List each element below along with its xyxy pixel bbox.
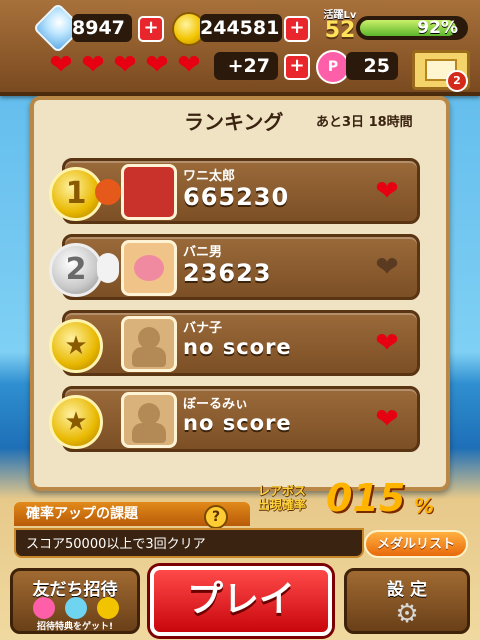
level-percent: 92% bbox=[417, 18, 458, 38]
invite-reward-icons bbox=[25, 597, 127, 621]
avatar bbox=[121, 240, 177, 296]
pet-icon bbox=[95, 179, 121, 205]
player-name: バナ子 bbox=[183, 321, 223, 336]
mission-text: スコア50000以上で3回クリア bbox=[14, 528, 364, 558]
points-reward-icon bbox=[33, 597, 55, 619]
points-icon: P bbox=[316, 50, 350, 84]
mission-help-button[interactable]: ? bbox=[204, 505, 228, 529]
ranking-time-left: あと3日 18時間 bbox=[316, 115, 413, 130]
rare-boss-label-line2: 出現確率 bbox=[257, 498, 306, 512]
add-coins-button[interactable]: + bbox=[284, 16, 310, 42]
player-score: 23623 bbox=[183, 259, 272, 287]
player-score: 665230 bbox=[183, 183, 290, 211]
ranking-row-1[interactable]: 1 ワニ太郎 665230 ❤ bbox=[49, 158, 420, 224]
heart-icon: ❤ bbox=[145, 48, 169, 81]
mail-badge: 2 bbox=[446, 70, 468, 92]
player-name: ワニ太郎 bbox=[183, 169, 236, 184]
ranking-title: ランキング bbox=[184, 110, 284, 134]
heart-icon: ❤ bbox=[177, 48, 201, 81]
heart-icon: ❤ bbox=[81, 48, 105, 81]
ranking-row-3[interactable]: ★ バナ子 no score ❤ bbox=[49, 310, 420, 376]
star-medal-icon: ★ bbox=[49, 395, 103, 449]
player-score: no score bbox=[183, 335, 292, 359]
avatar bbox=[121, 316, 177, 372]
extra-hearts-count: +27 bbox=[214, 52, 278, 80]
invite-friends-button[interactable]: 友だち招待 招待特典をゲット! bbox=[10, 568, 140, 634]
add-hearts-button[interactable]: + bbox=[284, 54, 310, 80]
silhouette-body bbox=[132, 423, 166, 443]
heart-sent-icon: ❤ bbox=[375, 250, 399, 283]
silhouette-icon bbox=[138, 403, 160, 425]
rare-boss-label-line1: レアボス bbox=[257, 484, 306, 498]
add-gems-button[interactable]: + bbox=[138, 16, 164, 42]
player-name: バニ男 bbox=[183, 245, 223, 260]
send-heart-button[interactable]: ❤ bbox=[367, 399, 407, 439]
avatar bbox=[121, 164, 177, 220]
coin-reward-icon bbox=[97, 597, 119, 619]
silhouette-body bbox=[132, 347, 166, 367]
send-heart-button[interactable]: ❤ bbox=[367, 171, 407, 211]
rare-boss-label: レアボス 出現確率 bbox=[240, 484, 324, 512]
settings-label: 設 定 bbox=[387, 580, 427, 600]
level-progress-bar: 92% bbox=[356, 16, 468, 40]
gem-count: 8947 bbox=[72, 14, 132, 42]
player-name: ぼーるみぃ bbox=[183, 397, 249, 412]
points-count: 25 bbox=[346, 52, 398, 80]
coin-count: 244581 bbox=[200, 14, 282, 42]
star-medal-icon: ★ bbox=[49, 319, 103, 373]
player-score: no score bbox=[183, 411, 292, 435]
rare-boss-unit: % bbox=[414, 494, 435, 518]
invite-subtext: 招待特典をゲット! bbox=[36, 622, 114, 632]
play-button[interactable]: プレイ bbox=[150, 566, 332, 636]
ranking-row-2[interactable]: 2 バニ男 23623 ❤ bbox=[49, 234, 420, 300]
medal-list-button[interactable]: メダルリスト bbox=[364, 530, 468, 558]
heart-icon: ❤ bbox=[113, 48, 137, 81]
ranking-header: ランキング あと3日 18時間 bbox=[34, 98, 446, 142]
gear-icon: ⚙ bbox=[395, 599, 419, 629]
silhouette-icon bbox=[138, 327, 160, 349]
send-heart-button[interactable]: ❤ bbox=[367, 323, 407, 363]
top-status-bar: 8947 + 244581 + 活躍Lv 52 92% ❤ ❤ ❤ ❤ ❤ +2… bbox=[0, 0, 480, 96]
pig-icon bbox=[134, 255, 164, 281]
rare-boss-value: 015 bbox=[326, 476, 406, 520]
ranking-row-4[interactable]: ★ ぼーるみぃ no score ❤ bbox=[49, 386, 420, 452]
gem-reward-icon bbox=[65, 597, 87, 619]
pet-icon bbox=[97, 253, 119, 283]
silver-medal-icon: 2 bbox=[49, 243, 103, 297]
heart-icon: ❤ bbox=[49, 48, 73, 81]
avatar bbox=[121, 392, 177, 448]
settings-button[interactable]: 設 定 ⚙ bbox=[344, 568, 470, 634]
